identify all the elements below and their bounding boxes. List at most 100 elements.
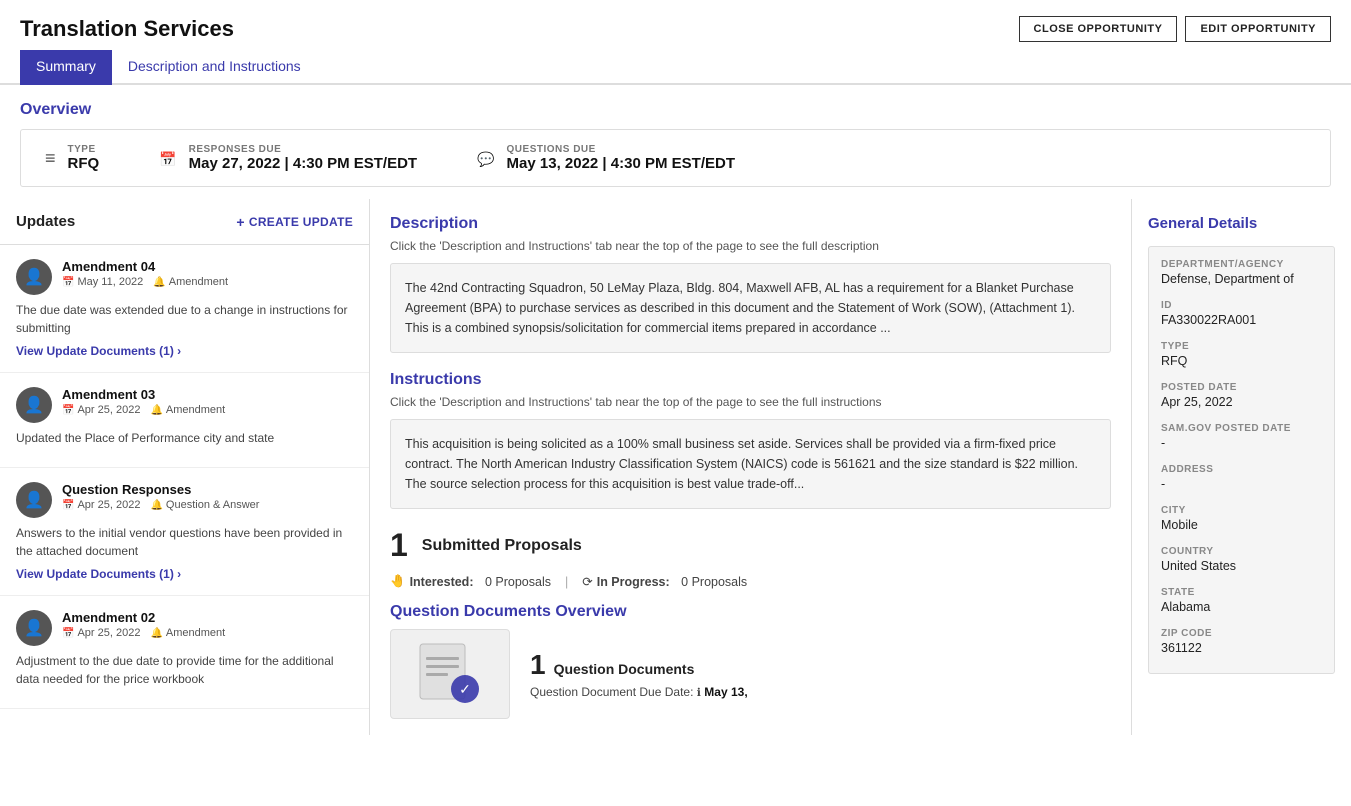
bell-icon: 🔔 xyxy=(150,628,162,639)
description-heading: Description xyxy=(390,215,1111,233)
update-description: Adjustment to the due date to provide ti… xyxy=(16,652,353,688)
detail-item-department: DEPARTMENT/AGENCY Defense, Department of xyxy=(1161,259,1322,286)
question-docs-details: 1 Question Documents Question Document D… xyxy=(530,649,1111,699)
close-opportunity-button[interactable]: CLOSE OPPORTUNITY xyxy=(1019,16,1178,42)
type-label: TYPE xyxy=(68,144,100,155)
question-docs-thumbnail: ✓ xyxy=(390,629,510,719)
overview-bar: TYPE RFQ RESPONSES DUE May 27, 2022 | 4:… xyxy=(20,129,1331,187)
user-icon: 👤 xyxy=(24,267,44,287)
detail-value: Alabama xyxy=(1161,600,1322,614)
instructions-subtext: Click the 'Description and Instructions'… xyxy=(390,395,1111,409)
questions-due-value: May 13, 2022 | 4:30 PM EST/EDT xyxy=(507,155,735,172)
question-docs-count: 1 xyxy=(530,649,546,681)
updates-title: Updates xyxy=(16,213,75,230)
hand-icon: 🤚 xyxy=(390,574,406,589)
user-icon: 👤 xyxy=(24,395,44,415)
center-panel: Description Click the 'Description and I… xyxy=(370,199,1131,735)
detail-label: ID xyxy=(1161,300,1322,311)
bell-icon: 🔔 xyxy=(150,500,162,511)
list-item: 👤 Amendment 04 📅 May 11, 2022 🔔 Amendmen… xyxy=(0,245,369,373)
update-name: Amendment 04 xyxy=(62,259,353,274)
detail-item-id: ID FA330022RA001 xyxy=(1161,300,1322,327)
detail-item-posted-date: POSTED DATE Apr 25, 2022 xyxy=(1161,382,1322,409)
update-date-0: 📅 May 11, 2022 xyxy=(62,276,143,288)
bell-icon: 🔔 xyxy=(150,405,162,416)
detail-label: STATE xyxy=(1161,587,1322,598)
detail-value: Apr 25, 2022 xyxy=(1161,395,1322,409)
general-details-panel: General Details DEPARTMENT/AGENCY Defens… xyxy=(1131,199,1351,735)
detail-item-zip: ZIP CODE 361122 xyxy=(1161,628,1322,655)
calendar-icon xyxy=(159,147,176,170)
update-name: Question Responses xyxy=(62,482,353,497)
question-docs-due: Question Document Due Date: ℹ May 13, xyxy=(530,685,1111,699)
update-type-3: 🔔 Amendment xyxy=(150,627,225,639)
detail-label: ADDRESS xyxy=(1161,464,1322,475)
document-svg: ✓ xyxy=(410,639,490,709)
detail-label: TYPE xyxy=(1161,341,1322,352)
detail-item-type: TYPE RFQ xyxy=(1161,341,1322,368)
page-header: Translation Services CLOSE OPPORTUNITY E… xyxy=(0,0,1351,50)
main-content: Updates + CREATE UPDATE 👤 Amendment 04 📅… xyxy=(0,199,1351,735)
submitted-proposals: 1 Submitted Proposals xyxy=(390,527,1111,564)
detail-value: - xyxy=(1161,477,1322,491)
small-cal-icon: 📅 xyxy=(62,628,74,639)
update-description: Updated the Place of Performance city an… xyxy=(16,429,353,447)
updates-panel: Updates + CREATE UPDATE 👤 Amendment 04 📅… xyxy=(0,199,370,735)
update-description: Answers to the initial vendor questions … xyxy=(16,524,353,560)
question-docs-label: Question Documents xyxy=(554,661,695,677)
detail-item-sam-posted-date: SAM.gov POSTED DATE - xyxy=(1161,423,1322,450)
detail-value: Defense, Department of xyxy=(1161,272,1322,286)
edit-opportunity-button[interactable]: EDIT OPPORTUNITY xyxy=(1185,16,1331,42)
type-value: RFQ xyxy=(68,155,100,172)
avatar: 👤 xyxy=(16,482,52,518)
detail-label: POSTED DATE xyxy=(1161,382,1322,393)
question-docs-content: ✓ 1 Question Documents Question Document… xyxy=(390,629,1111,719)
overview-responses-due: RESPONSES DUE May 27, 2022 | 4:30 PM EST… xyxy=(159,144,417,172)
list-item: 👤 Amendment 03 📅 Apr 25, 2022 🔔 Amendmen… xyxy=(0,373,369,468)
instructions-heading: Instructions xyxy=(390,371,1111,389)
avatar: 👤 xyxy=(16,387,52,423)
instructions-body: This acquisition is being solicited as a… xyxy=(390,419,1111,509)
description-body: The 42nd Contracting Squadron, 50 LeMay … xyxy=(390,263,1111,353)
small-cal-icon: 📅 xyxy=(62,277,74,288)
view-update-docs-link-0[interactable]: View Update Documents (1) › xyxy=(16,344,181,358)
description-subtext: Click the 'Description and Instructions'… xyxy=(390,239,1111,253)
inprogress-status: ⟳ In Progress: 0 Proposals xyxy=(582,574,747,589)
small-cal-icon: 📅 xyxy=(62,500,74,511)
create-update-button[interactable]: + CREATE UPDATE xyxy=(236,214,353,230)
proposals-label: Submitted Proposals xyxy=(422,537,582,555)
overview-title: Overview xyxy=(20,101,1331,119)
tab-bar: Summary Description and Instructions xyxy=(0,50,1351,85)
chat-icon xyxy=(477,147,494,170)
view-update-docs-link-2[interactable]: View Update Documents (1) › xyxy=(16,567,181,581)
avatar: 👤 xyxy=(16,259,52,295)
page-title: Translation Services xyxy=(20,16,234,42)
tab-summary[interactable]: Summary xyxy=(20,50,112,85)
detail-item-city: CITY Mobile xyxy=(1161,505,1322,532)
tab-description-instructions[interactable]: Description and Instructions xyxy=(112,50,317,85)
update-date-2: 📅 Apr 25, 2022 xyxy=(62,499,140,511)
detail-value: RFQ xyxy=(1161,354,1322,368)
list-item: 👤 Question Responses 📅 Apr 25, 2022 🔔 Qu… xyxy=(0,468,369,596)
svg-text:✓: ✓ xyxy=(459,681,471,697)
update-name: Amendment 02 xyxy=(62,610,353,625)
header-action-buttons: CLOSE OPPORTUNITY EDIT OPPORTUNITY xyxy=(1019,16,1331,42)
user-icon: 👤 xyxy=(24,618,44,638)
overview-section: Overview TYPE RFQ RESPONSES DUE May 27, … xyxy=(0,85,1351,187)
update-name: Amendment 03 xyxy=(62,387,353,402)
avatar: 👤 xyxy=(16,610,52,646)
update-date-3: 📅 Apr 25, 2022 xyxy=(62,627,140,639)
detail-label: COUNTRY xyxy=(1161,546,1322,557)
overview-type: TYPE RFQ xyxy=(45,144,99,172)
update-type-1: 🔔 Amendment xyxy=(150,404,225,416)
detail-item-state: STATE Alabama xyxy=(1161,587,1322,614)
proposals-count: 1 xyxy=(390,527,408,564)
update-type-2: 🔔 Question & Answer xyxy=(150,499,259,511)
detail-label: CITY xyxy=(1161,505,1322,516)
general-details-title: General Details xyxy=(1148,215,1335,232)
overview-questions-due: QUESTIONS DUE May 13, 2022 | 4:30 PM EST… xyxy=(477,144,735,172)
interested-status: 🤚 Interested: 0 Proposals xyxy=(390,574,551,589)
responses-due-label: RESPONSES DUE xyxy=(189,144,417,155)
separator: | xyxy=(565,575,568,589)
list-icon xyxy=(45,147,56,170)
